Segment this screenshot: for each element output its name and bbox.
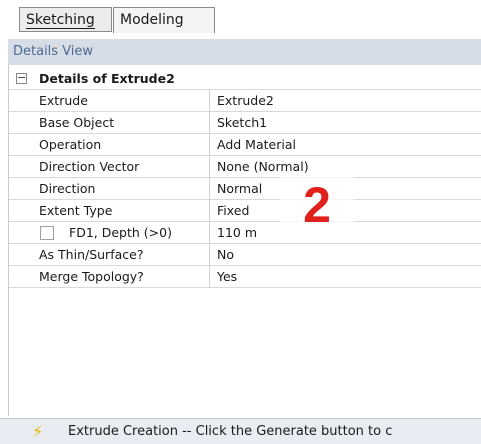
property-row-extent-type[interactable]: Extent Type Fixed	[9, 200, 481, 222]
status-text: Extrude Creation -- Click the Generate b…	[68, 424, 393, 439]
details-grid: − Details of Extrude2 Extrude Extrude2 B…	[8, 65, 481, 416]
property-name: Extrude	[35, 90, 210, 112]
row-gutter	[9, 90, 35, 112]
row-gutter	[9, 178, 35, 200]
property-row-base-object[interactable]: Base Object Sketch1	[9, 112, 481, 134]
property-row-depth[interactable]: FD1, Depth (>0) 110 m	[9, 222, 481, 244]
property-name: Direction Vector	[35, 156, 210, 178]
row-gutter	[9, 244, 35, 266]
property-value[interactable]: Add Material	[210, 134, 481, 156]
row-gutter	[9, 266, 35, 288]
property-value[interactable]: Yes	[210, 266, 481, 288]
property-name: As Thin/Surface?	[35, 244, 210, 266]
property-row-merge-topology[interactable]: Merge Topology? Yes	[9, 266, 481, 288]
property-row-extrude[interactable]: Extrude Extrude2	[9, 90, 481, 112]
property-row-direction[interactable]: Direction Normal	[9, 178, 481, 200]
property-value[interactable]: Sketch1	[210, 112, 481, 134]
row-gutter	[9, 200, 35, 222]
lightning-icon: ⚡	[32, 422, 44, 441]
property-value[interactable]: No	[210, 244, 481, 266]
property-row-thin-surface[interactable]: As Thin/Surface? No	[9, 244, 481, 266]
tab-bar: Sketching Modeling	[0, 0, 481, 38]
annotation-number: 2	[280, 175, 354, 235]
tab-modeling-label: Modeling	[120, 12, 184, 28]
property-name: Extent Type	[35, 200, 210, 222]
row-gutter	[9, 112, 35, 134]
row-gutter	[9, 134, 35, 156]
property-name: Base Object	[35, 112, 210, 134]
details-group-label: Details of Extrude2	[39, 71, 175, 86]
property-value[interactable]: Extrude2	[210, 90, 481, 112]
details-view-header: Details View	[8, 39, 481, 65]
property-row-operation[interactable]: Operation Add Material	[9, 134, 481, 156]
property-row-direction-vector[interactable]: Direction Vector None (Normal)	[9, 156, 481, 178]
row-gutter	[9, 222, 35, 244]
details-group-row[interactable]: − Details of Extrude2	[9, 68, 481, 90]
tab-sketching[interactable]: Sketching	[19, 7, 112, 32]
tab-modeling[interactable]: Modeling	[113, 7, 215, 33]
tab-sketching-label: Sketching	[26, 12, 95, 29]
status-bar: ⚡ Extrude Creation -- Click the Generate…	[0, 418, 481, 444]
property-name: Merge Topology?	[35, 266, 210, 288]
collapse-icon[interactable]: −	[16, 72, 27, 84]
property-name: FD1, Depth (>0)	[35, 222, 210, 244]
row-gutter	[9, 156, 35, 178]
property-name: Direction	[35, 178, 210, 200]
property-name: Operation	[35, 134, 210, 156]
